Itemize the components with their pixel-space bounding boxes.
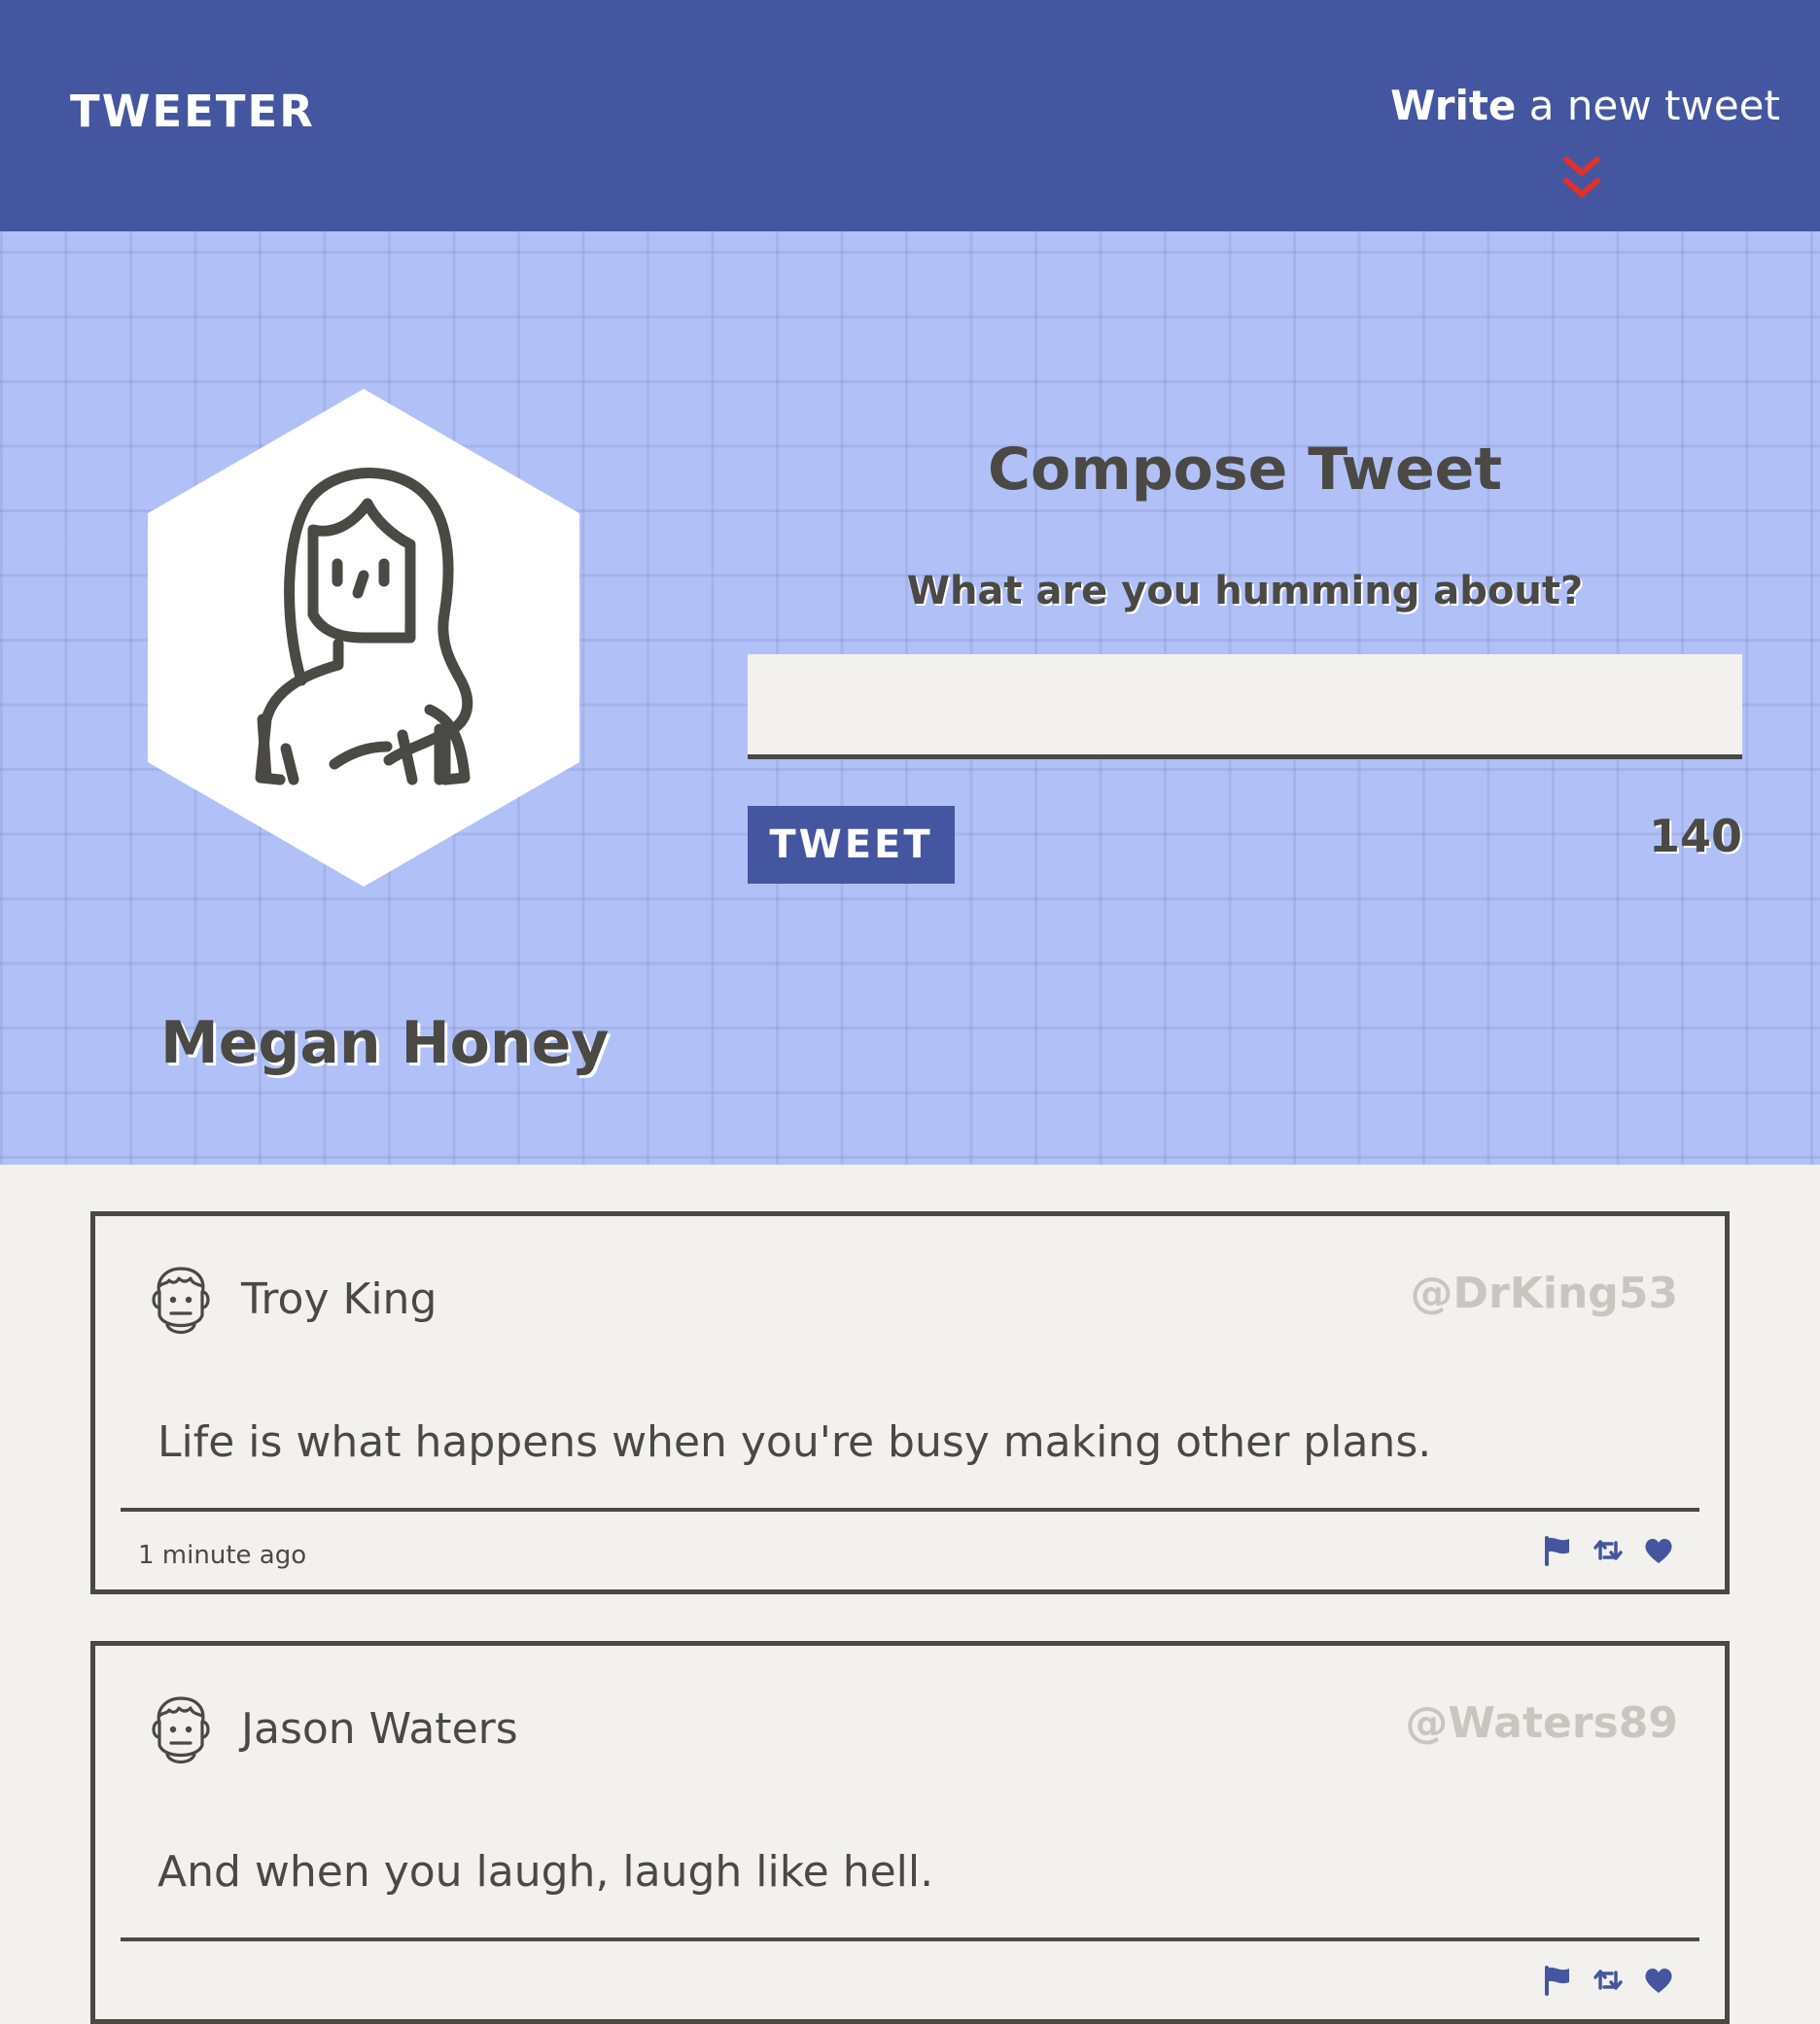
write-new-tweet-toggle[interactable]: Write a new tweet (1390, 82, 1780, 197)
tweet-actions (1542, 1965, 1674, 1996)
tweet-divider (121, 1937, 1699, 1941)
flag-icon[interactable] (1542, 1535, 1573, 1566)
man-avatar-icon (152, 1267, 210, 1335)
heart-icon[interactable] (1643, 1965, 1674, 1996)
compose-tweet-form: Compose Tweet What are you humming about… (748, 436, 1742, 922)
profile-header: Megan Honey Compose Tweet What are you h… (0, 231, 1820, 1165)
brand-logo[interactable]: TWEETER (70, 86, 315, 137)
tweet-divider (121, 1508, 1699, 1512)
tweet-card: Jason Waters @Waters89 And when you laug… (90, 1641, 1730, 2024)
write-toggle-rest: a new tweet (1516, 82, 1780, 129)
tweet-timestamp: 1 minute ago (138, 1541, 307, 1570)
tweet-textarea[interactable] (748, 654, 1742, 759)
tweet-author[interactable]: Troy King (241, 1274, 437, 1324)
compose-label: What are you humming about? (906, 569, 1584, 613)
double-chevron-down-icon[interactable] (1560, 154, 1603, 204)
write-toggle-strong: Write (1390, 82, 1517, 129)
tweet-card: Troy King @DrKing53 Life is what happens… (90, 1211, 1730, 1594)
tweet-actions (1542, 1535, 1674, 1566)
tweet-handle[interactable]: @Waters89 (1405, 1698, 1678, 1748)
profile-name: Megan Honey (160, 1009, 610, 1077)
flag-icon[interactable] (1542, 1965, 1573, 1996)
man-avatar-icon (152, 1696, 210, 1764)
tweet-text: Life is what happens when you're busy ma… (158, 1417, 1432, 1467)
tweet-text: And when you laugh, laugh like hell. (158, 1847, 934, 1897)
tweet-submit-button[interactable]: TWEET (748, 806, 955, 884)
profile-avatar (148, 389, 579, 887)
tweet-author[interactable]: Jason Waters (241, 1704, 518, 1754)
top-nav: TWEETER Write a new tweet (0, 0, 1820, 231)
tweet-handle[interactable]: @DrKing53 (1411, 1269, 1678, 1318)
heart-icon[interactable] (1643, 1535, 1674, 1566)
char-counter: 140 (1648, 810, 1742, 862)
retweet-icon[interactable] (1592, 1965, 1624, 1996)
compose-title: Compose Tweet (987, 436, 1503, 504)
retweet-icon[interactable] (1592, 1535, 1624, 1566)
